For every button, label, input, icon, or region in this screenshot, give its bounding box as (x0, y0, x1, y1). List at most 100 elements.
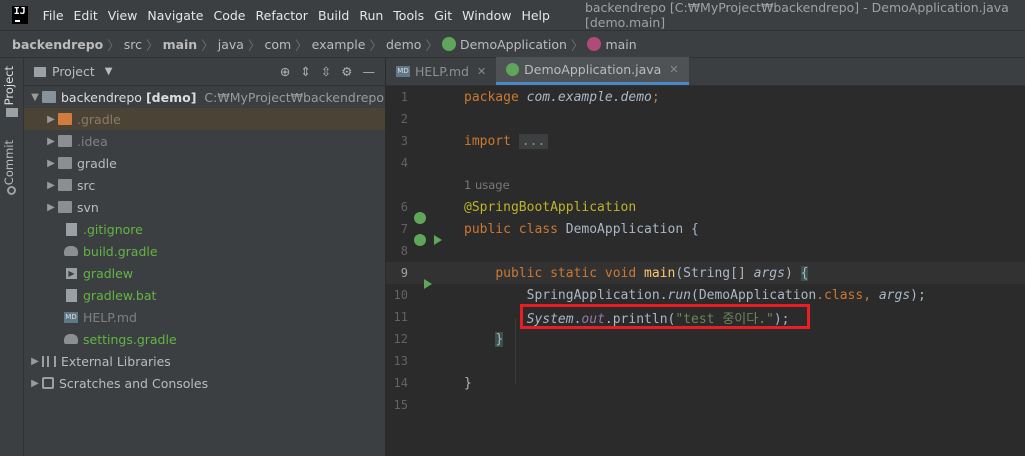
code-token: ; (651, 89, 660, 105)
scratches-icon (42, 377, 54, 389)
usage-count[interactable]: 1 usage (464, 178, 510, 192)
tree-item-label: gradlew.bat (83, 287, 157, 303)
tool-window-strip: Project Commit (0, 58, 24, 456)
code-token: } (464, 375, 472, 391)
locate-icon[interactable]: ⊕ (280, 64, 290, 79)
code-token: com.example.demo (526, 89, 652, 105)
tree-item-svn[interactable]: ▶ svn (24, 196, 385, 218)
menu-git[interactable]: Git (429, 8, 457, 23)
chevron-right-icon[interactable]: ▶ (44, 158, 58, 169)
dropdown-arrow-icon[interactable]: ▼ (105, 66, 113, 77)
folder-icon (58, 135, 72, 147)
code-token: public class (464, 221, 558, 237)
text-file-icon (66, 288, 77, 302)
tree-item-gitignore[interactable]: .gitignore (24, 218, 385, 240)
spring-class-icon (506, 63, 520, 76)
tree-item-external-libraries[interactable]: ▶ External Libraries (24, 350, 385, 372)
tab-help-md[interactable]: MD HELP.md ✕ (386, 57, 496, 85)
tree-item-src[interactable]: ▶ src (24, 174, 385, 196)
chevron-right-icon: 〉 (369, 37, 382, 53)
tree-item-gradlew-bat[interactable]: gradlew.bat (24, 284, 385, 306)
chevron-right-icon[interactable]: ▶ (44, 114, 58, 125)
code-editor[interactable]: 1 package com.example.demo; 2 3 import .… (386, 86, 1025, 456)
menu-help[interactable]: Help (516, 8, 555, 23)
tree-item-label: gradlew (83, 265, 134, 281)
breadcrumb-item[interactable]: DemoApplication (460, 37, 567, 52)
code-token: . (659, 287, 668, 303)
tree-item-gradle-cache[interactable]: ▶ .gradle (24, 108, 385, 130)
commit-tool-button[interactable]: Commit (2, 140, 16, 185)
tree-item-label: .gradle (77, 111, 121, 127)
highlight-box (520, 304, 810, 329)
code-line: 12 } (386, 328, 1025, 350)
tree-item-label: svn (77, 199, 99, 215)
expand-all-icon[interactable]: ⇕ (300, 64, 310, 79)
breadcrumb-item[interactable]: com (264, 37, 291, 52)
close-icon[interactable]: ✕ (669, 63, 678, 76)
tree-item-label: Scratches and Consoles (59, 375, 209, 391)
project-panel-header: Project ▼ ⊕ ⇕ ⇳ ⚙ — (24, 58, 385, 86)
close-icon[interactable]: ✕ (477, 65, 486, 78)
tree-item-build-gradle[interactable]: build.gradle (24, 240, 385, 262)
code-line: 14 } (386, 372, 1025, 394)
root-path: C:₩MyProject₩backendrepo (204, 89, 384, 105)
project-view-title[interactable]: Project (52, 64, 95, 79)
project-tool-button[interactable]: Project (2, 66, 16, 105)
menu-code[interactable]: Code (208, 8, 250, 23)
tree-item-idea[interactable]: ▶ .idea (24, 130, 385, 152)
code-token: ( (691, 287, 699, 303)
hide-icon[interactable]: — (363, 64, 376, 79)
menu-tools[interactable]: Tools (388, 8, 429, 23)
tree-item-label: .gitignore (83, 221, 143, 237)
menu-edit[interactable]: Edit (69, 8, 103, 23)
menu-view[interactable]: View (103, 8, 143, 23)
folded-imports[interactable]: ... (518, 133, 549, 149)
breadcrumb-item[interactable]: backendrepo (12, 37, 103, 52)
menu-build[interactable]: Build (313, 8, 354, 23)
menu-run[interactable]: Run (354, 8, 388, 23)
tab-demoapplication-java[interactable]: DemoApplication.java ✕ (496, 57, 689, 85)
menu-navigate[interactable]: Navigate (142, 8, 208, 23)
chevron-right-icon: 〉 (295, 37, 308, 53)
breadcrumb-item[interactable]: main (163, 37, 198, 52)
tree-item-settings-gradle[interactable]: settings.gradle (24, 328, 385, 350)
line-number: 7 (400, 222, 408, 236)
tree-item-gradle[interactable]: ▶ gradle (24, 152, 385, 174)
line-number: 9 (400, 266, 408, 280)
main-menu: File Edit View Navigate Code Refactor Bu… (38, 8, 555, 23)
code-token: DemoApplication (565, 221, 684, 237)
line-number: 6 (400, 200, 408, 214)
breadcrumb-item[interactable]: demo (386, 37, 421, 52)
code-token: import (464, 133, 511, 149)
chevron-right-icon: 〉 (247, 37, 261, 53)
menu-refactor[interactable]: Refactor (251, 8, 313, 23)
module-label: [demo] (145, 89, 197, 105)
breadcrumb-item[interactable]: src (124, 37, 142, 52)
markdown-file-icon: MD (64, 311, 78, 323)
breadcrumb-item[interactable]: example (312, 37, 366, 52)
tree-root[interactable]: ▼ backendrepo [demo] C:₩MyProject₩backen… (24, 86, 385, 108)
tree-item-scratches[interactable]: ▶ Scratches and Consoles (24, 372, 385, 394)
project-toolbar: ⊕ ⇕ ⇳ ⚙ — (280, 64, 385, 79)
chevron-right-icon[interactable]: ▶ (28, 378, 42, 389)
chevron-right-icon[interactable]: ▶ (44, 202, 58, 213)
line-number: 1 (400, 90, 408, 104)
menu-file[interactable]: File (38, 8, 69, 23)
tree-item-help-md[interactable]: MD HELP.md (24, 306, 385, 328)
chevron-right-icon[interactable]: ▶ (44, 180, 58, 191)
tree-item-label: src (77, 177, 96, 193)
chevron-right-icon[interactable]: ▶ (28, 356, 42, 367)
chevron-down-icon[interactable]: ▼ (28, 92, 42, 103)
breadcrumb-item[interactable]: main (605, 37, 636, 52)
code-token: args (878, 287, 911, 303)
breadcrumb-item[interactable]: java (218, 37, 244, 52)
tree-item-gradlew[interactable]: ▶ gradlew (24, 262, 385, 284)
library-icon (42, 355, 56, 367)
gear-icon[interactable]: ⚙ (341, 64, 352, 79)
chevron-right-icon[interactable]: ▶ (44, 136, 58, 147)
tree-item-label: settings.gradle (83, 331, 177, 347)
collapse-all-icon[interactable]: ⇳ (321, 64, 331, 79)
code-token: } (495, 331, 504, 347)
menu-window[interactable]: Window (457, 8, 516, 23)
code-token: package (464, 89, 519, 105)
